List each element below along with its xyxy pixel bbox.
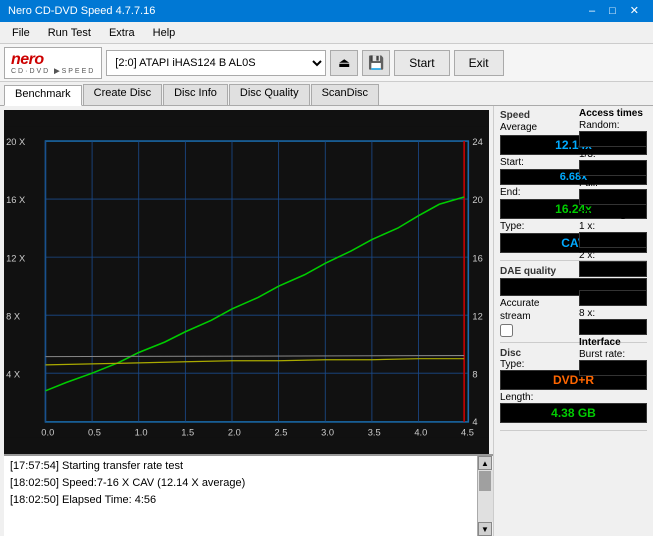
scroll-thumb[interactable] — [479, 471, 491, 491]
eject-button[interactable]: ⏏ — [330, 50, 358, 76]
svg-text:16 X: 16 X — [6, 195, 26, 205]
main-content: 20 X 16 X 12 X 8 X 4 X 24 20 16 12 8 4 0… — [0, 106, 653, 536]
close-button[interactable]: ✕ — [624, 1, 645, 21]
svg-text:3.5: 3.5 — [368, 427, 381, 437]
svg-text:2.5: 2.5 — [274, 427, 287, 437]
scroll-track — [478, 470, 493, 522]
cpu-4x-label: 4 x: — [579, 279, 647, 290]
chart-wrapper: 20 X 16 X 12 X 8 X 4 X 24 20 16 12 8 4 0… — [0, 106, 493, 454]
access-cpu-panel: Access times Random: 1/3: Full: CPU usag… — [579, 108, 647, 378]
menu-help[interactable]: Help — [145, 23, 184, 43]
svg-text:4.5: 4.5 — [461, 427, 474, 437]
svg-text:20 X: 20 X — [6, 137, 26, 147]
cpu-2x-label: 2 x: — [579, 250, 647, 261]
scroll-down-arrow[interactable]: ▼ — [478, 522, 492, 536]
tab-benchmark[interactable]: Benchmark — [4, 85, 82, 106]
full-value-box — [579, 189, 647, 205]
titlebar: Nero CD-DVD Speed 4.7.7.16 – □ ✕ — [0, 0, 653, 22]
menu-run-test[interactable]: Run Test — [40, 23, 99, 43]
tab-scan-disc[interactable]: ScanDisc — [311, 84, 379, 105]
burst-label: Burst rate: — [579, 349, 647, 360]
svg-text:8 X: 8 X — [6, 311, 21, 321]
access-title: Access times — [579, 108, 647, 119]
toolbar: nero CD·DVD ▶SPEED [2:0] ATAPI iHAS124 B… — [0, 44, 653, 82]
svg-text:16: 16 — [472, 253, 482, 263]
tab-disc-info[interactable]: Disc Info — [163, 84, 228, 105]
maximize-button[interactable]: □ — [603, 1, 622, 21]
cpu-2x-box — [579, 261, 647, 277]
accurate-stream-checkbox[interactable] — [500, 324, 513, 337]
menu-file[interactable]: File — [4, 23, 38, 43]
burst-value-box — [579, 360, 647, 376]
svg-text:24: 24 — [472, 137, 482, 147]
chart-and-log: 20 X 16 X 12 X 8 X 4 X 24 20 16 12 8 4 0… — [0, 106, 493, 536]
drive-select[interactable]: [2:0] ATAPI iHAS124 B AL0S — [106, 50, 326, 76]
app-title: Nero CD-DVD Speed 4.7.7.16 — [8, 5, 155, 17]
svg-text:8: 8 — [472, 369, 477, 379]
svg-text:1.5: 1.5 — [181, 427, 194, 437]
average-label: Average — [500, 122, 537, 133]
disc-length-value: 4.38 GB — [500, 403, 647, 423]
cpu-4x-box — [579, 290, 647, 306]
titlebar-controls: – □ ✕ — [583, 1, 645, 21]
cpu-1x-box — [579, 232, 647, 248]
svg-text:0.5: 0.5 — [88, 427, 101, 437]
accurate-label: Accurate — [500, 298, 539, 309]
chart-svg: 20 X 16 X 12 X 8 X 4 X 24 20 16 12 8 4 0… — [4, 110, 489, 454]
start-button[interactable]: Start — [394, 50, 449, 76]
svg-text:3.0: 3.0 — [321, 427, 334, 437]
log-area: [17:57:54] Starting transfer rate test [… — [4, 454, 493, 536]
svg-text:4: 4 — [472, 417, 477, 427]
svg-text:1.0: 1.0 — [135, 427, 148, 437]
tab-bar: Benchmark Create Disc Disc Info Disc Qua… — [0, 82, 653, 106]
tab-disc-quality[interactable]: Disc Quality — [229, 84, 310, 105]
type-label: Type: — [500, 221, 524, 232]
svg-text:12: 12 — [472, 311, 482, 321]
minimize-button[interactable]: – — [583, 1, 601, 21]
tab-create-disc[interactable]: Create Disc — [83, 84, 162, 105]
cpu-1x-label: 1 x: — [579, 221, 647, 232]
menu-extra[interactable]: Extra — [101, 23, 143, 43]
one-third-label: 1/3: — [579, 149, 647, 160]
right-panel: Speed Average 12.14x Start: 6.68x End: 1… — [493, 106, 653, 536]
log-line-2: [18:02:50] Speed:7-16 X CAV (12.14 X ave… — [10, 475, 471, 492]
random-value-box — [579, 131, 647, 147]
titlebar-title: Nero CD-DVD Speed 4.7.7.16 — [8, 5, 155, 17]
disc-length-label: Length: — [500, 392, 647, 403]
svg-text:4.0: 4.0 — [414, 427, 427, 437]
full-label: Full: — [579, 178, 647, 189]
one-third-value-box — [579, 160, 647, 176]
svg-text:2.0: 2.0 — [228, 427, 241, 437]
log-scrollbar[interactable]: ▲ ▼ — [477, 456, 493, 536]
logo-area: nero CD·DVD ▶SPEED — [4, 47, 102, 79]
divider-3 — [500, 430, 647, 431]
exit-button[interactable]: Exit — [454, 50, 504, 76]
cpu-title: CPU usage — [579, 209, 647, 220]
nero-sub-text: CD·DVD ▶SPEED — [11, 67, 95, 75]
cpu-8x-box — [579, 319, 647, 335]
svg-text:0.0: 0.0 — [41, 427, 54, 437]
interface-title: Interface — [579, 337, 647, 348]
nero-logo: nero CD·DVD ▶SPEED — [11, 51, 95, 75]
start-speed-label: Start: — [500, 157, 524, 168]
svg-text:20: 20 — [472, 195, 482, 205]
svg-text:4 X: 4 X — [6, 369, 21, 379]
log-text: [17:57:54] Starting transfer rate test [… — [4, 456, 477, 536]
save-button[interactable]: 💾 — [362, 50, 390, 76]
log-line-3: [18:02:50] Elapsed Time: 4:56 — [10, 492, 471, 509]
end-speed-label: End: — [500, 187, 521, 198]
log-line-1: [17:57:54] Starting transfer rate test — [10, 458, 471, 475]
cpu-8x-label: 8 x: — [579, 308, 647, 319]
menubar: File Run Test Extra Help — [0, 22, 653, 44]
scroll-up-arrow[interactable]: ▲ — [478, 456, 492, 470]
svg-text:12 X: 12 X — [6, 253, 26, 263]
random-label: Random: — [579, 120, 647, 131]
